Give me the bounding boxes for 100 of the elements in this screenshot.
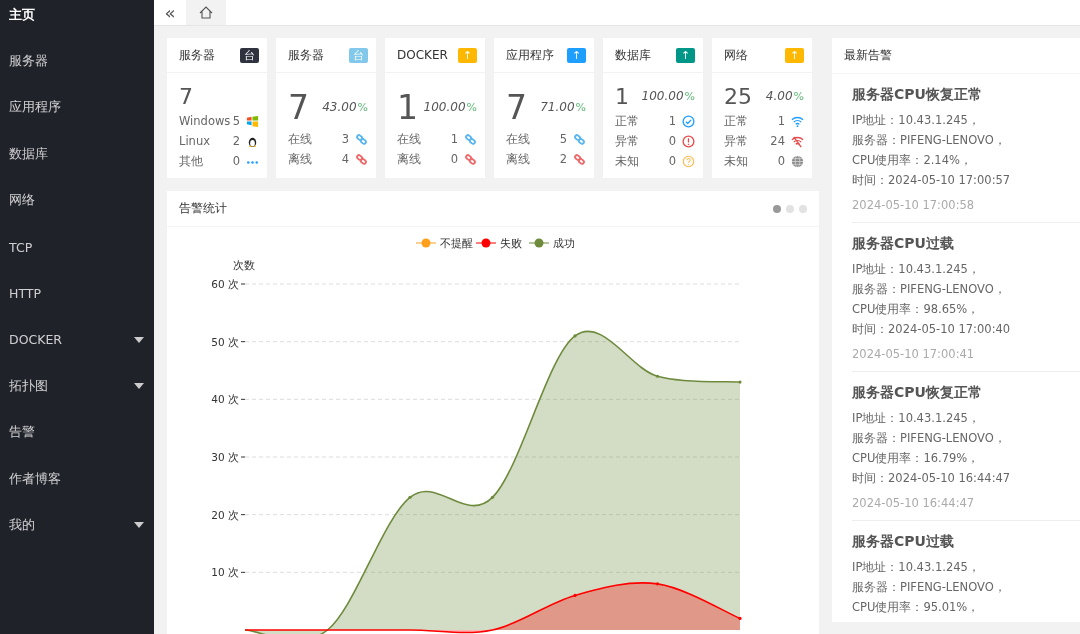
row-label: 异常 (724, 133, 749, 149)
broken-link-icon (464, 152, 477, 166)
sidebar-item[interactable]: 应用程序 (0, 84, 154, 132)
row-value: 1 (667, 114, 676, 128)
legend-item[interactable]: 失败 (475, 237, 522, 249)
row-value: 2 (231, 134, 240, 148)
sidebar-item[interactable]: HTTP (0, 270, 154, 317)
sidebar-item[interactable]: 服务器 (0, 38, 154, 85)
tick-label: 60 次 (211, 278, 239, 290)
carousel-dot[interactable] (773, 204, 781, 213)
exclamation-circle-icon (682, 134, 695, 148)
alert-detail: 服务器：PIFENG-LENOVO， (852, 430, 1007, 447)
row-label: Windows (179, 114, 231, 128)
sidebar-item[interactable]: 告警 (0, 409, 154, 456)
alert-detail: 时间：2024-05-10 16:44:47 (852, 470, 1012, 487)
row-value: 5 (558, 132, 567, 146)
row-label: 异常 (615, 133, 640, 149)
row-label: 正常 (615, 113, 640, 129)
no-signal-icon (791, 134, 804, 148)
sidebar-item[interactable]: 拓扑图 (0, 363, 154, 410)
total-count: 25 (724, 83, 752, 109)
row-value: 0 (667, 134, 676, 148)
row-value: 3 (340, 132, 349, 146)
badge: ↑ (676, 47, 695, 63)
row-label: 其他 (179, 153, 204, 169)
total-count: 7 (506, 87, 527, 127)
row-label: 未知 (615, 153, 640, 169)
globe-icon (791, 154, 804, 168)
row-value: 0 (449, 152, 458, 166)
home-tab[interactable] (186, 0, 226, 25)
question-circle-icon (682, 154, 695, 168)
percent-value: 4.00 (765, 89, 793, 103)
link-icon (464, 132, 477, 146)
alert-detail: CPU使用率：2.14%， (852, 152, 973, 169)
badge: ↑ (458, 47, 477, 63)
total-count: 1 (397, 87, 418, 127)
total-count: 7 (179, 83, 193, 109)
row-value: 2 (558, 152, 567, 166)
sidebar-item[interactable]: 我的 (0, 502, 154, 549)
row-label: 在线 (506, 131, 531, 147)
sidebar-item[interactable]: TCP (0, 223, 154, 271)
row-label: 离线 (397, 151, 422, 167)
legend-item[interactable]: 成功 (528, 237, 575, 249)
percent-sign: % (684, 90, 695, 103)
alert-detail: CPU使用率：95.01%， (852, 599, 981, 616)
percent-value: 100.00 (641, 89, 684, 103)
alert-title: 服务器CPU过载 (852, 533, 955, 551)
total-count: 1 (615, 83, 629, 109)
sidebar-item[interactable]: 网络 (0, 177, 154, 224)
card-title: DOCKER (397, 48, 448, 62)
tick-label: 30 次 (211, 451, 239, 463)
percent-sign: % (793, 90, 804, 103)
axis-title: 次数 (233, 259, 255, 271)
dots-icon (247, 161, 258, 164)
sidebar-item[interactable]: 数据库 (0, 131, 154, 178)
row-label: 离线 (506, 151, 531, 167)
home-icon (199, 6, 213, 19)
wifi-icon (791, 114, 804, 128)
alert-time: 2024-05-10 17:00:58 (852, 198, 976, 212)
sidebar-item[interactable]: 作者博客 (0, 455, 154, 503)
row-value: 0 (776, 154, 785, 168)
legend-label: 不提醒 (440, 237, 473, 249)
badge: 台 (349, 47, 368, 63)
alert-title: 服务器CPU恢复正常 (852, 384, 983, 402)
alert-title: 服务器CPU过载 (852, 235, 955, 253)
alert-detail: 服务器：PIFENG-LENOVO， (852, 281, 1007, 298)
row-value: 5 (231, 114, 240, 128)
sidebar-item[interactable]: 主页 (0, 0, 154, 39)
row-label: 在线 (397, 131, 422, 147)
alert-detail: 服务器：PIFENG-LENOVO， (852, 579, 1007, 596)
row-value: 0 (231, 154, 240, 168)
row-value: 1 (449, 132, 458, 146)
row-value: 1 (776, 114, 785, 128)
collapse-button[interactable]: « (154, 0, 186, 25)
carousel-dot[interactable] (799, 204, 807, 213)
tick-label: 10 次 (211, 566, 239, 579)
alert-detail: 服务器：PIFENG-LENOVO， (852, 132, 1007, 149)
card-title: 服务器 (179, 46, 215, 64)
badge: ↑ (785, 47, 804, 63)
percent-value: 43.00 (322, 100, 357, 114)
legend-item[interactable]: 不提醒 (415, 237, 473, 249)
card-title: 网络 (724, 46, 748, 64)
alert-detail: IP地址：10.43.1.245， (852, 112, 981, 129)
broken-link-icon (355, 152, 368, 166)
carousel-dot[interactable] (786, 204, 794, 213)
sidebar-item[interactable]: DOCKER (0, 316, 154, 364)
check-circle-icon (682, 114, 695, 128)
card-title: 服务器 (288, 46, 324, 64)
percent-value: 100.00 (423, 100, 466, 114)
badge: ↑ (567, 47, 586, 63)
row-value: 24 (769, 134, 785, 148)
alert-detail: IP地址：10.43.1.245， (852, 410, 981, 427)
legend-label: 失败 (500, 237, 522, 249)
tick-label: 20 次 (211, 508, 239, 521)
alert-detail: IP地址：10.43.1.245， (852, 559, 981, 576)
alert-detail: CPU使用率：98.65%， (852, 301, 981, 318)
row-label: Linux (179, 134, 211, 148)
percent-sign: % (575, 101, 586, 114)
badge: 台 (240, 47, 259, 63)
alert-detail: 时间：2024-05-10 17:00:40 (852, 321, 1012, 338)
